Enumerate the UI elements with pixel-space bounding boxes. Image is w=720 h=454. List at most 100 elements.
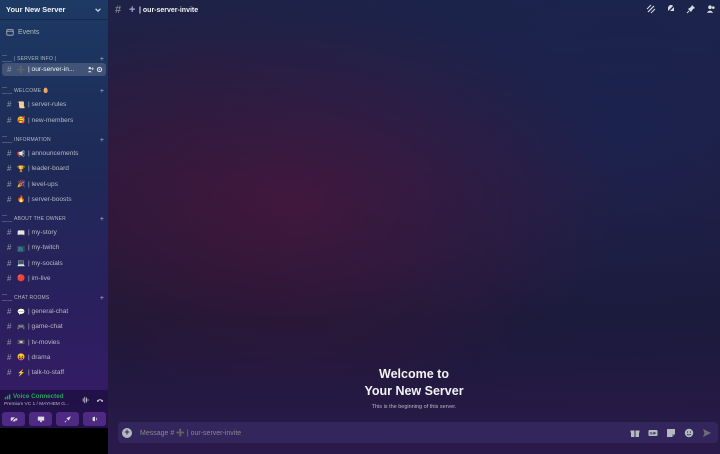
sticker-icon[interactable] xyxy=(666,428,676,438)
channel-emoji: 💬 xyxy=(17,308,26,316)
members-list-icon[interactable] xyxy=(706,4,716,14)
channel-emoji: 🔥 xyxy=(17,196,26,204)
screen-share-icon xyxy=(37,416,44,423)
channel-name: | leader-board xyxy=(28,165,69,173)
add-channel-icon[interactable]: + xyxy=(98,295,106,302)
voice-status[interactable]: Voice Connected xyxy=(4,393,64,400)
channel-item[interactable]: # 😝 | drama xyxy=(2,351,106,364)
create-invite-icon[interactable] xyxy=(87,66,94,73)
hash-icon: # xyxy=(115,4,122,16)
message-input[interactable]: Message # ➕ | our-server-invite xyxy=(140,429,630,437)
chat-area: # + | our-server-invite Welcome to Your … xyxy=(108,0,720,454)
plus-emoji-icon: + xyxy=(129,4,136,16)
channel-name: | general-chat xyxy=(28,308,69,315)
channel-item[interactable]: # 🏆 | leader-board xyxy=(2,162,106,175)
notification-bell-off-icon[interactable] xyxy=(666,4,676,14)
channel-emoji: 📼 xyxy=(17,339,26,347)
add-channel-icon[interactable]: + xyxy=(98,88,106,95)
category-label: ABOUT THE OWNER xyxy=(14,216,66,222)
add-channel-icon[interactable]: + xyxy=(98,216,106,223)
channel-sidebar: Your New Server Events — —— | SERVER INFO… xyxy=(0,0,108,454)
add-attachment-button[interactable]: + xyxy=(122,427,132,438)
hash-icon: # xyxy=(7,65,12,74)
signal-icon xyxy=(4,394,11,400)
channel-name: | tv-movies xyxy=(28,338,60,346)
hash-icon: # xyxy=(7,149,12,158)
hash-icon: # xyxy=(7,307,12,316)
channel-emoji: 💻 xyxy=(17,260,26,268)
add-channel-icon[interactable]: + xyxy=(98,137,106,144)
channel-name: | my-socials xyxy=(28,259,63,267)
channel-emoji: 🔴 xyxy=(17,275,26,283)
category-label: INFORMATION xyxy=(14,137,51,143)
hash-icon: # xyxy=(7,322,12,332)
chevron-down-icon[interactable] xyxy=(94,6,102,14)
server-header[interactable]: Your New Server xyxy=(0,0,108,20)
hash-icon: # xyxy=(7,243,12,253)
pin-icon[interactable] xyxy=(686,4,696,14)
channel-name: | announcements xyxy=(28,150,79,157)
channel-name: | server-boosts xyxy=(28,195,72,203)
channel-item[interactable]: # ⚡ | talk-to-staff xyxy=(2,366,106,379)
channel-item[interactable]: # 🔥 | server-boosts xyxy=(2,193,106,206)
channel-item[interactable]: # 💬 | general-chat xyxy=(2,305,106,318)
emoji-icon[interactable] xyxy=(684,428,694,438)
channel-item[interactable]: # 📜 | server-rules xyxy=(2,98,106,111)
channel-emoji: ➕ xyxy=(17,66,26,74)
channel-header: # + | our-server-invite xyxy=(108,0,720,20)
category-header[interactable]: — —— ABOUT THE OWNER + xyxy=(2,213,106,225)
channel-item[interactable]: # 🎮 | game-chat xyxy=(2,320,106,333)
noise-suppression-icon[interactable] xyxy=(82,396,90,404)
channel-name: | server-rules xyxy=(28,101,67,108)
channel-title: | our-server-invite xyxy=(139,6,199,14)
hash-icon: # xyxy=(7,194,12,204)
hash-icon: # xyxy=(7,368,12,378)
hash-icon: # xyxy=(7,100,12,109)
camera-button[interactable] xyxy=(2,412,25,426)
channel-name: | im-live xyxy=(28,274,51,282)
channel-emoji: 📺 xyxy=(17,244,26,252)
threads-icon[interactable] xyxy=(646,4,656,14)
channel-emoji: 😝 xyxy=(17,354,26,362)
activity-button[interactable] xyxy=(56,412,79,426)
add-channel-icon[interactable]: + xyxy=(98,56,106,63)
channel-item[interactable]: # 🥰 | new-members xyxy=(2,114,106,127)
channel-emoji: 🏆 xyxy=(17,165,26,173)
hash-icon: # xyxy=(7,273,12,283)
channel-item[interactable]: # 📺 | my-twitch xyxy=(2,241,106,254)
screen-share-button[interactable] xyxy=(29,412,52,426)
channel-name: | game-chat xyxy=(28,323,63,331)
collapse-indicator: — —— xyxy=(2,85,13,97)
gift-icon[interactable] xyxy=(630,428,640,438)
collapse-indicator: — —— xyxy=(2,292,13,304)
collapse-indicator: — —— xyxy=(2,134,13,146)
voice-channel-name[interactable]: Premium VC 1 / MAYHEM G... xyxy=(4,402,69,407)
svg-text:GIF: GIF xyxy=(650,430,657,435)
category-header[interactable]: — —— CHAT ROOMS + xyxy=(2,292,106,304)
send-icon[interactable] xyxy=(702,428,712,438)
category-header[interactable]: — —— WELCOME 🥚 + xyxy=(2,85,106,97)
soundboard-icon xyxy=(92,416,97,422)
server-name[interactable]: Your New Server xyxy=(6,5,94,14)
channel-item[interactable]: # 💻 | my-socials xyxy=(2,257,106,270)
settings-gear-icon[interactable] xyxy=(96,66,103,73)
soundboard-button[interactable] xyxy=(83,412,106,426)
channel-item[interactable]: # 📼 | tv-movies xyxy=(2,336,106,349)
channel-name: | level-ups xyxy=(28,180,58,188)
rocket-icon xyxy=(64,416,71,423)
channel-item[interactable]: # 📢 | announcements xyxy=(2,147,106,160)
category-label: | SERVER INFO | xyxy=(14,56,57,62)
calendar-icon xyxy=(6,29,14,36)
channel-emoji: 🎮 xyxy=(17,323,26,331)
channel-item[interactable]: # ➕ | our-server-in... xyxy=(2,63,106,76)
disconnect-icon[interactable] xyxy=(96,396,104,404)
events-link[interactable]: Events xyxy=(6,28,39,36)
hash-icon: # xyxy=(7,115,12,125)
welcome-line-2: Your New Server xyxy=(364,384,464,398)
channel-item[interactable]: # 🔴 | im-live xyxy=(2,272,106,285)
channel-item[interactable]: # 📖 | my-story xyxy=(2,226,106,239)
gif-icon[interactable]: GIF xyxy=(648,428,658,438)
hash-icon: # xyxy=(7,352,12,362)
category-header[interactable]: — —— INFORMATION + xyxy=(2,134,106,146)
channel-item[interactable]: # 🎉 | level-ups xyxy=(2,178,106,191)
